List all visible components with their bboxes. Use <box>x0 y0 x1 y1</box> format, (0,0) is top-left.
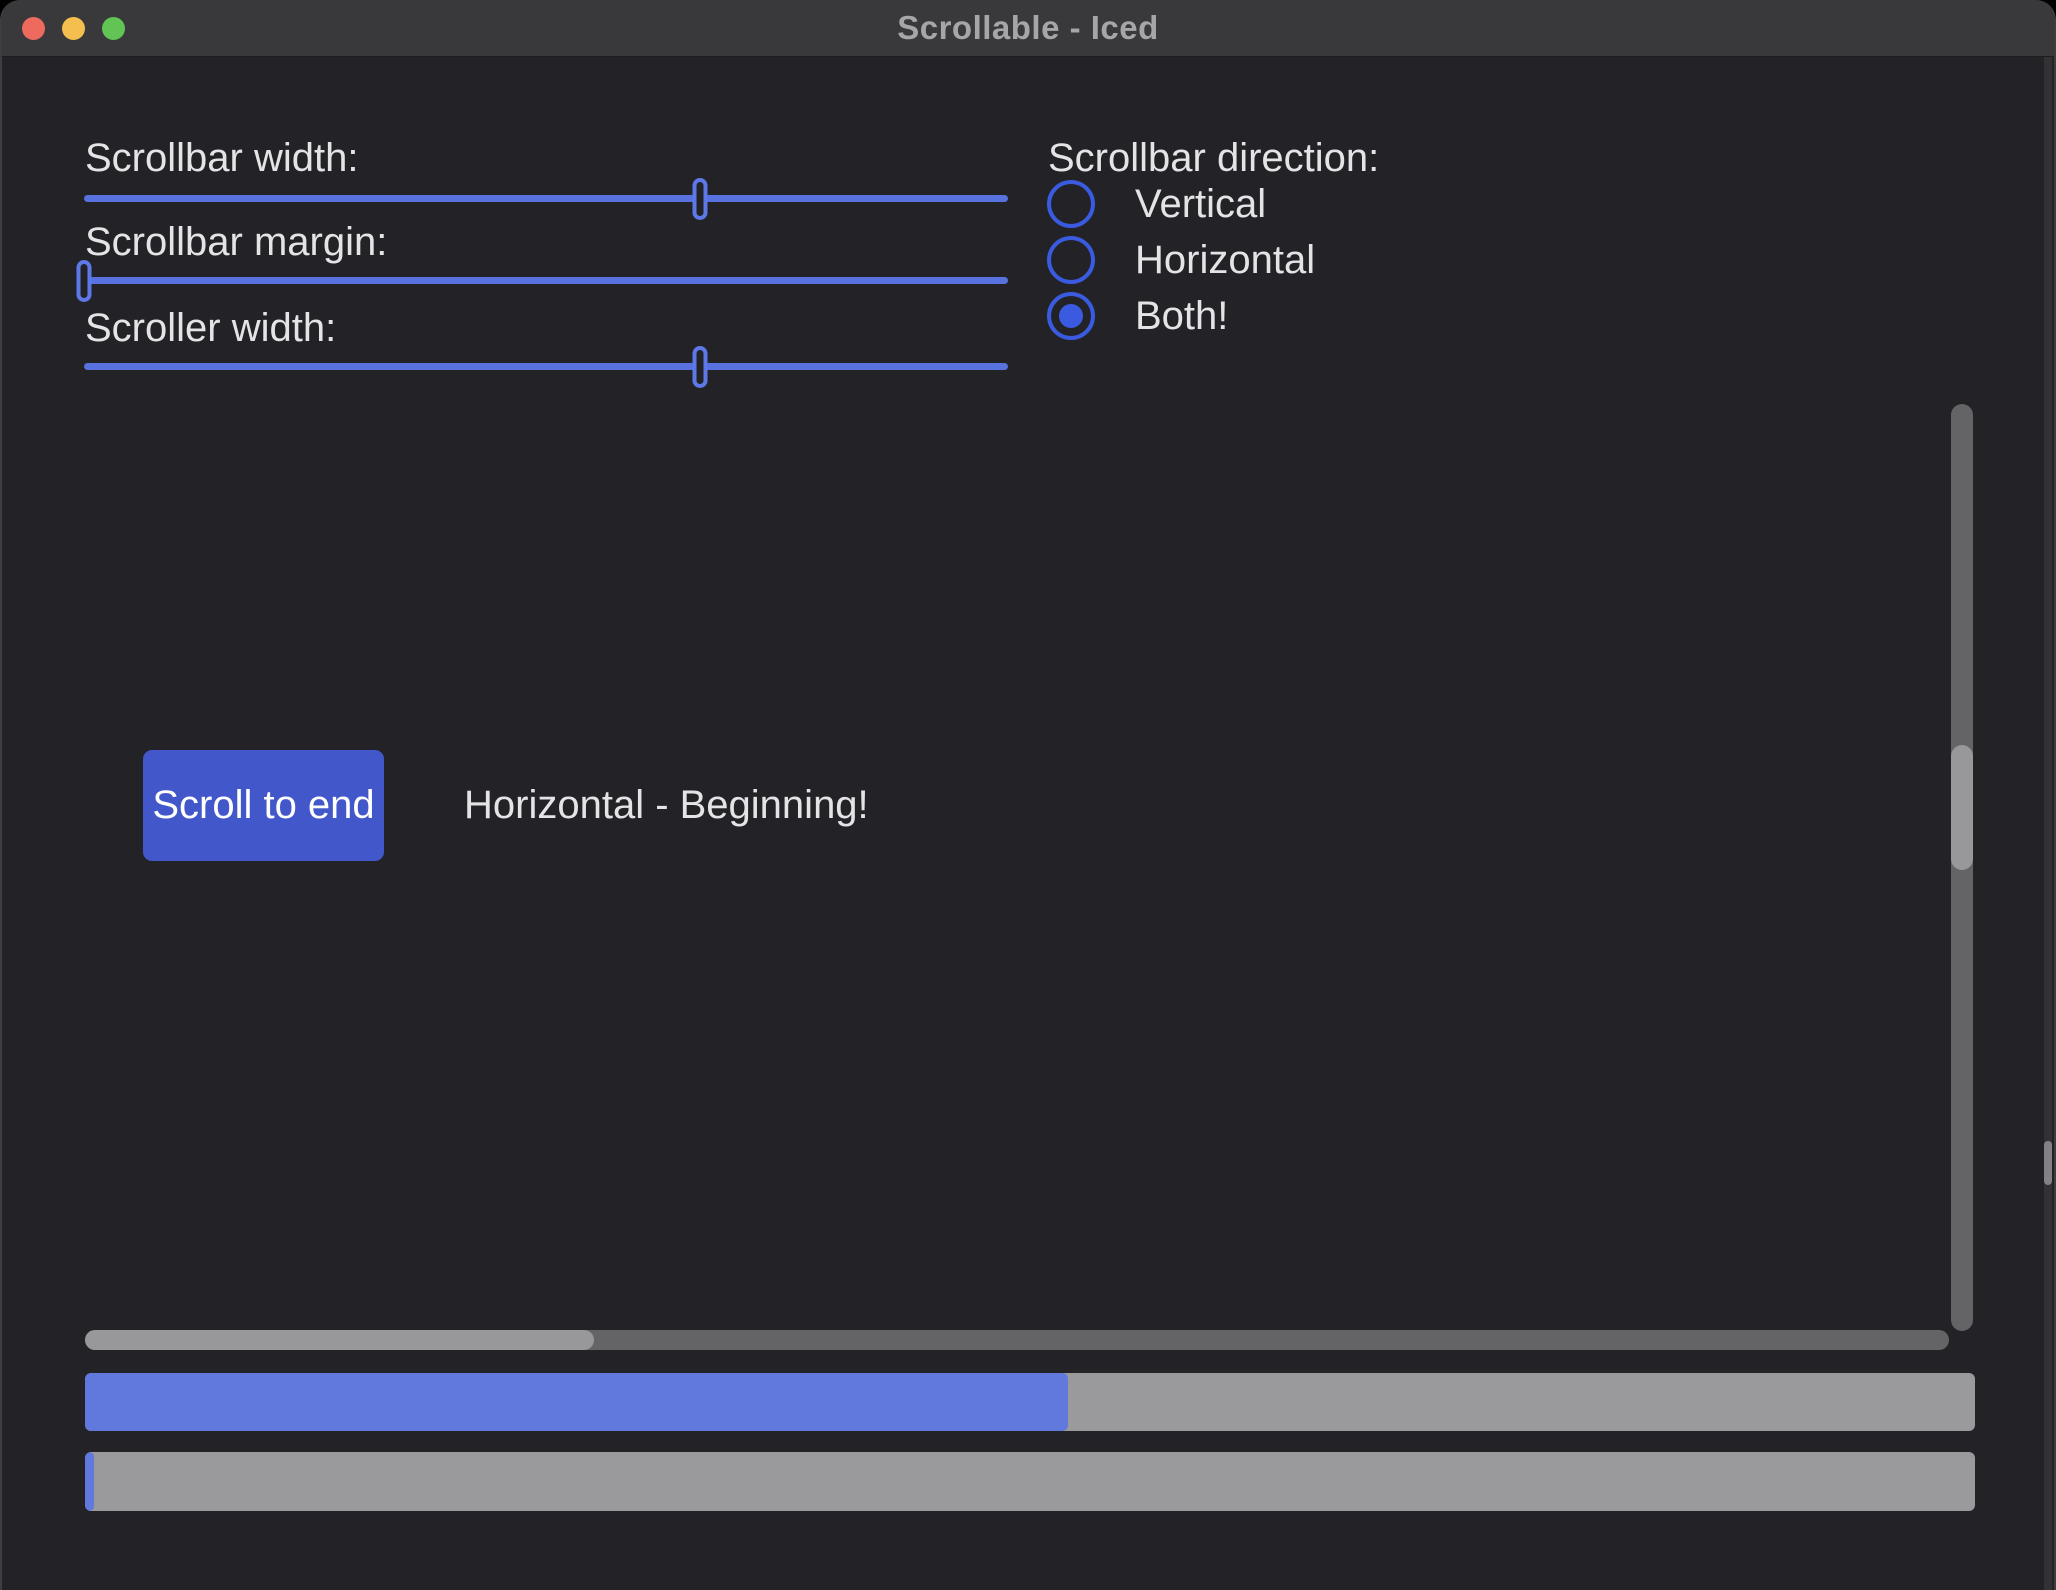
radio-dot-icon <box>1059 304 1083 328</box>
scroller-width-slider-handle[interactable] <box>693 346 708 388</box>
radio-horizontal-circle[interactable] <box>1047 236 1095 284</box>
scrollbar-margin-label: Scrollbar margin: <box>85 220 387 264</box>
close-button[interactable] <box>22 17 45 40</box>
radio-both-circle[interactable] <box>1047 292 1095 340</box>
vertical-scrollbar-track[interactable] <box>1951 404 1973 1331</box>
traffic-lights <box>2 0 125 57</box>
horizontal-scrollbar-track[interactable] <box>85 1330 1949 1350</box>
horizontal-scrollbar-thumb[interactable] <box>85 1330 594 1350</box>
vertical-progress-fill <box>85 1452 94 1511</box>
scrollbar-margin-slider-handle[interactable] <box>77 260 92 302</box>
scrollbar-margin-slider[interactable] <box>84 277 1008 284</box>
radio-vertical-label: Vertical <box>1135 182 1266 227</box>
outer-scrollbar-track[interactable] <box>2044 57 2052 1590</box>
outer-scrollbar-thumb[interactable] <box>2044 1141 2052 1185</box>
radio-vertical[interactable]: Vertical <box>1047 180 1266 228</box>
scroll-to-end-button[interactable]: Scroll to end <box>143 750 384 861</box>
scrollbar-direction-label: Scrollbar direction: <box>1048 136 1379 180</box>
radio-both[interactable]: Both! <box>1047 292 1228 340</box>
scroller-width-slider[interactable] <box>84 363 1008 370</box>
scrollbar-width-slider[interactable] <box>84 195 1008 202</box>
window-title: Scrollable - Iced <box>897 9 1159 47</box>
scroll-status-row: Scroll to end Horizontal - Beginning! <box>143 750 869 861</box>
radio-horizontal[interactable]: Horizontal <box>1047 236 1315 284</box>
minimize-button[interactable] <box>62 17 85 40</box>
vertical-scrollbar-thumb[interactable] <box>1951 745 1973 870</box>
horizontal-progress-fill <box>85 1373 1068 1431</box>
scroller-width-label: Scroller width: <box>85 306 336 350</box>
titlebar: Scrollable - Iced <box>2 0 2054 57</box>
app-window: Scrollable - Iced Scrollbar width: Scrol… <box>0 0 2056 1590</box>
vertical-progress-bar <box>85 1452 1975 1511</box>
radio-horizontal-label: Horizontal <box>1135 238 1315 283</box>
horizontal-progress-bar <box>85 1373 1975 1431</box>
scroll-position-status: Horizontal - Beginning! <box>464 783 869 828</box>
radio-both-label: Both! <box>1135 294 1228 339</box>
zoom-button[interactable] <box>102 17 125 40</box>
scrollbar-width-slider-handle[interactable] <box>693 178 708 220</box>
radio-vertical-circle[interactable] <box>1047 180 1095 228</box>
scrollbar-width-label: Scrollbar width: <box>85 136 358 180</box>
